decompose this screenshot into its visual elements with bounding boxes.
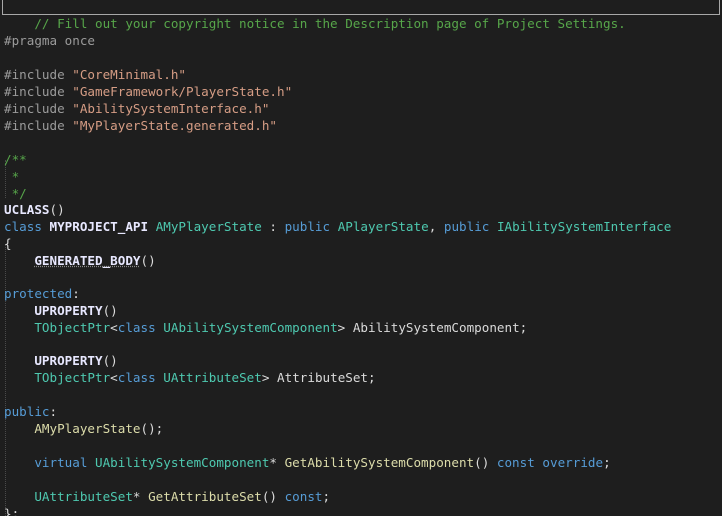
api-macro: MYPROJECT_API (49, 219, 149, 234)
doc-comment: * (4, 169, 20, 184)
punctuation: ; (603, 455, 611, 470)
generated-body-macro: GENERATED_BODY (34, 253, 141, 268)
const-keyword: const (496, 455, 535, 470)
doc-comment: */ (4, 186, 27, 201)
pragma-directive: #pragma once (4, 33, 95, 48)
punctuation: ; (519, 320, 528, 335)
member-variable: AttributeSet (277, 370, 369, 385)
template-type: TObjectPtr (34, 320, 111, 335)
code-line-10[interactable]: /** (0, 151, 722, 168)
const-keyword: const (284, 489, 323, 504)
code-line-13[interactable]: UCLASS() (0, 201, 722, 218)
open-brace: { (4, 236, 12, 251)
code-line-12[interactable]: */ (0, 185, 722, 202)
template-type: TObjectPtr (34, 370, 111, 385)
code-line-6[interactable]: #include "GameFramework/PlayerState.h" (0, 83, 722, 100)
punctuation: > (261, 370, 278, 385)
close-brace: }; (4, 506, 20, 516)
class-keyword: class (117, 320, 156, 335)
constructor-name: AMyPlayerState (34, 421, 141, 436)
code-line-30[interactable]: UAttributeSet* GetAttributeSet() const; (0, 488, 722, 505)
include-path: "AbilitySystemInterface.h" (72, 101, 270, 116)
code-line-20[interactable]: TObjectPtr<class UAbilitySystemComponent… (0, 319, 722, 336)
type-name: UAbilitySystemComponent (163, 320, 338, 335)
uclass-macro: UCLASS (4, 202, 50, 217)
punctuation: ; (322, 489, 331, 504)
code-line-28[interactable]: virtual UAbilitySystemComponent* GetAbil… (0, 454, 722, 471)
override-keyword: override (542, 455, 604, 470)
code-line-16[interactable]: GENERATED_BODY() (0, 252, 722, 269)
punctuation: () (102, 303, 118, 318)
function-name: GetAttributeSet (148, 489, 262, 504)
code-line-14[interactable]: class MYPROJECT_API AMyPlayerState : pub… (0, 218, 722, 235)
code-editor[interactable]: // Fill out your copyright notice in the… (0, 0, 722, 516)
punctuation: : (49, 404, 58, 419)
code-line-19[interactable]: UPROPERTY() (0, 302, 722, 319)
type-name: UAttributeSet (163, 370, 262, 385)
punctuation: (); (140, 421, 164, 436)
code-line-7[interactable]: #include "AbilitySystemInterface.h" (0, 100, 722, 117)
code-line-18[interactable]: protected: (0, 285, 722, 302)
public-keyword: public (284, 219, 331, 234)
base-class: APlayerState (337, 219, 429, 234)
code-line-8[interactable]: #include "MyPlayerState.generated.h" (0, 117, 722, 134)
class-keyword: class (4, 219, 42, 234)
class-name: AMyPlayerState (155, 219, 262, 234)
virtual-keyword: virtual (34, 455, 88, 470)
include-directive: #include (4, 67, 65, 82)
punctuation: < (110, 370, 118, 385)
punctuation: < (110, 320, 118, 335)
function-name: GetAbilitySystemComponent (284, 455, 475, 470)
punctuation: , (428, 219, 444, 234)
base-interface: IAbilitySystemInterface (496, 219, 672, 234)
public-keyword: public (4, 404, 50, 419)
punctuation: > (337, 320, 353, 335)
punctuation: () (49, 202, 65, 217)
uproperty-macro: UPROPERTY (34, 353, 103, 368)
return-type: UAbilitySystemComponent (95, 455, 270, 470)
punctuation: : (261, 219, 285, 234)
uproperty-macro: UPROPERTY (34, 303, 103, 318)
code-line-3[interactable]: #pragma once (0, 32, 722, 49)
class-keyword: class (117, 370, 156, 385)
code-line-25[interactable]: public: (0, 403, 722, 420)
code-line-11[interactable]: * (0, 168, 722, 185)
punctuation: * (269, 455, 285, 470)
code-line-26[interactable]: AMyPlayerState(); (0, 420, 722, 437)
protected-keyword: protected (4, 286, 73, 301)
public-keyword: public (443, 219, 490, 234)
return-type: UAttributeSet (34, 489, 133, 504)
include-directive: #include (4, 84, 65, 99)
doc-comment: /** (4, 152, 27, 167)
punctuation: () (474, 455, 497, 470)
include-path: "MyPlayerState.generated.h" (72, 118, 277, 133)
include-path: "CoreMinimal.h" (72, 67, 186, 82)
copyright-comment: // Fill out your copyright notice in the… (34, 16, 626, 31)
code-line-15[interactable]: { (0, 235, 722, 252)
punctuation: : (72, 286, 80, 301)
punctuation: () (140, 253, 156, 268)
code-line-1[interactable]: // Fill out your copyright notice in the… (0, 0, 722, 31)
punctuation: * (132, 489, 149, 504)
punctuation: () (261, 489, 285, 504)
code-line-31[interactable]: }; (0, 505, 722, 516)
code-line-5[interactable]: #include "CoreMinimal.h" (0, 66, 722, 83)
include-directive: #include (4, 101, 65, 116)
punctuation: () (102, 353, 118, 368)
member-variable: AbilitySystemComponent (352, 320, 520, 335)
include-path: "GameFramework/PlayerState.h" (72, 84, 293, 99)
include-directive: #include (4, 118, 65, 133)
code-line-22[interactable]: UPROPERTY() (0, 352, 722, 369)
code-line-23[interactable]: TObjectPtr<class UAttributeSet> Attribut… (0, 369, 722, 386)
punctuation: ; (368, 370, 376, 385)
